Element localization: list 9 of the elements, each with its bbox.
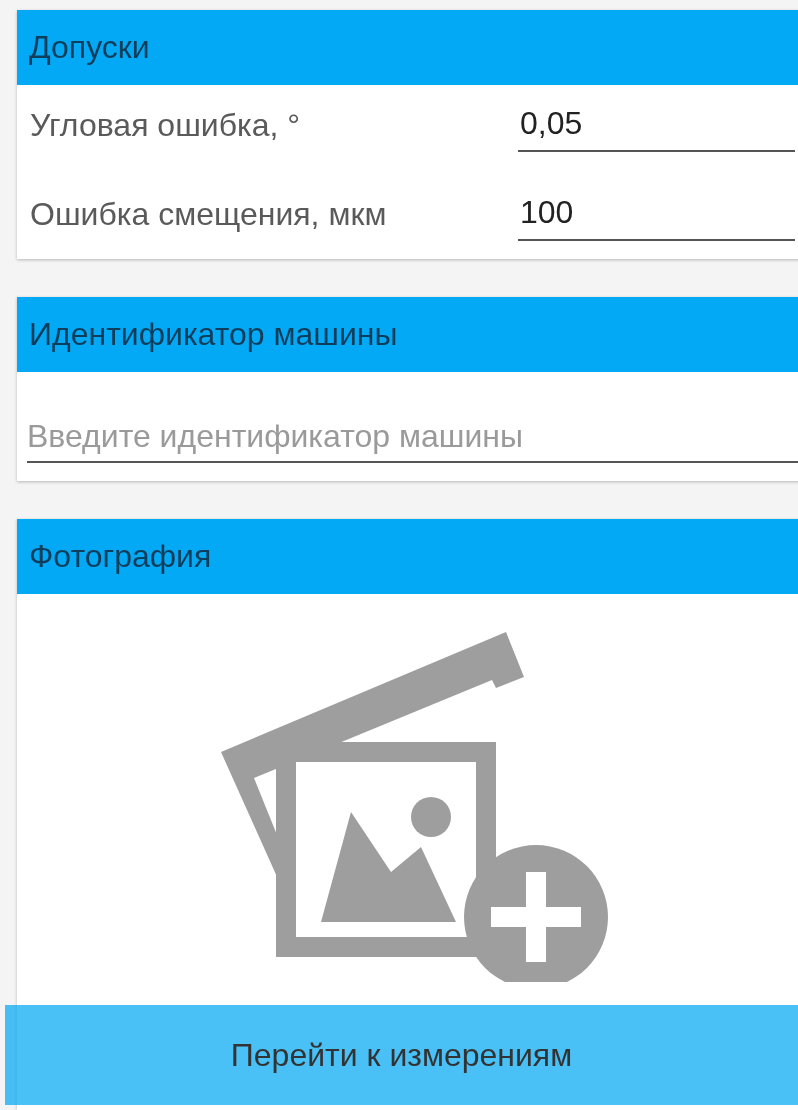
input-field[interactable]: Введите идентификатор машины bbox=[27, 418, 798, 463]
measure-button[interactable]: Перейти к измерениям bbox=[5, 1005, 798, 1105]
section-header: Фотография bbox=[17, 519, 798, 594]
section-header: Идентификатор машины bbox=[17, 297, 798, 372]
field-label: Угловая ошибка, ° bbox=[30, 107, 302, 145]
section-header: Допуски bbox=[17, 10, 798, 85]
input-field[interactable]: 100 bbox=[518, 194, 795, 241]
field-label: Ошибка смещения, мкм bbox=[30, 196, 388, 234]
input-field[interactable]: 0,05 bbox=[518, 105, 795, 152]
